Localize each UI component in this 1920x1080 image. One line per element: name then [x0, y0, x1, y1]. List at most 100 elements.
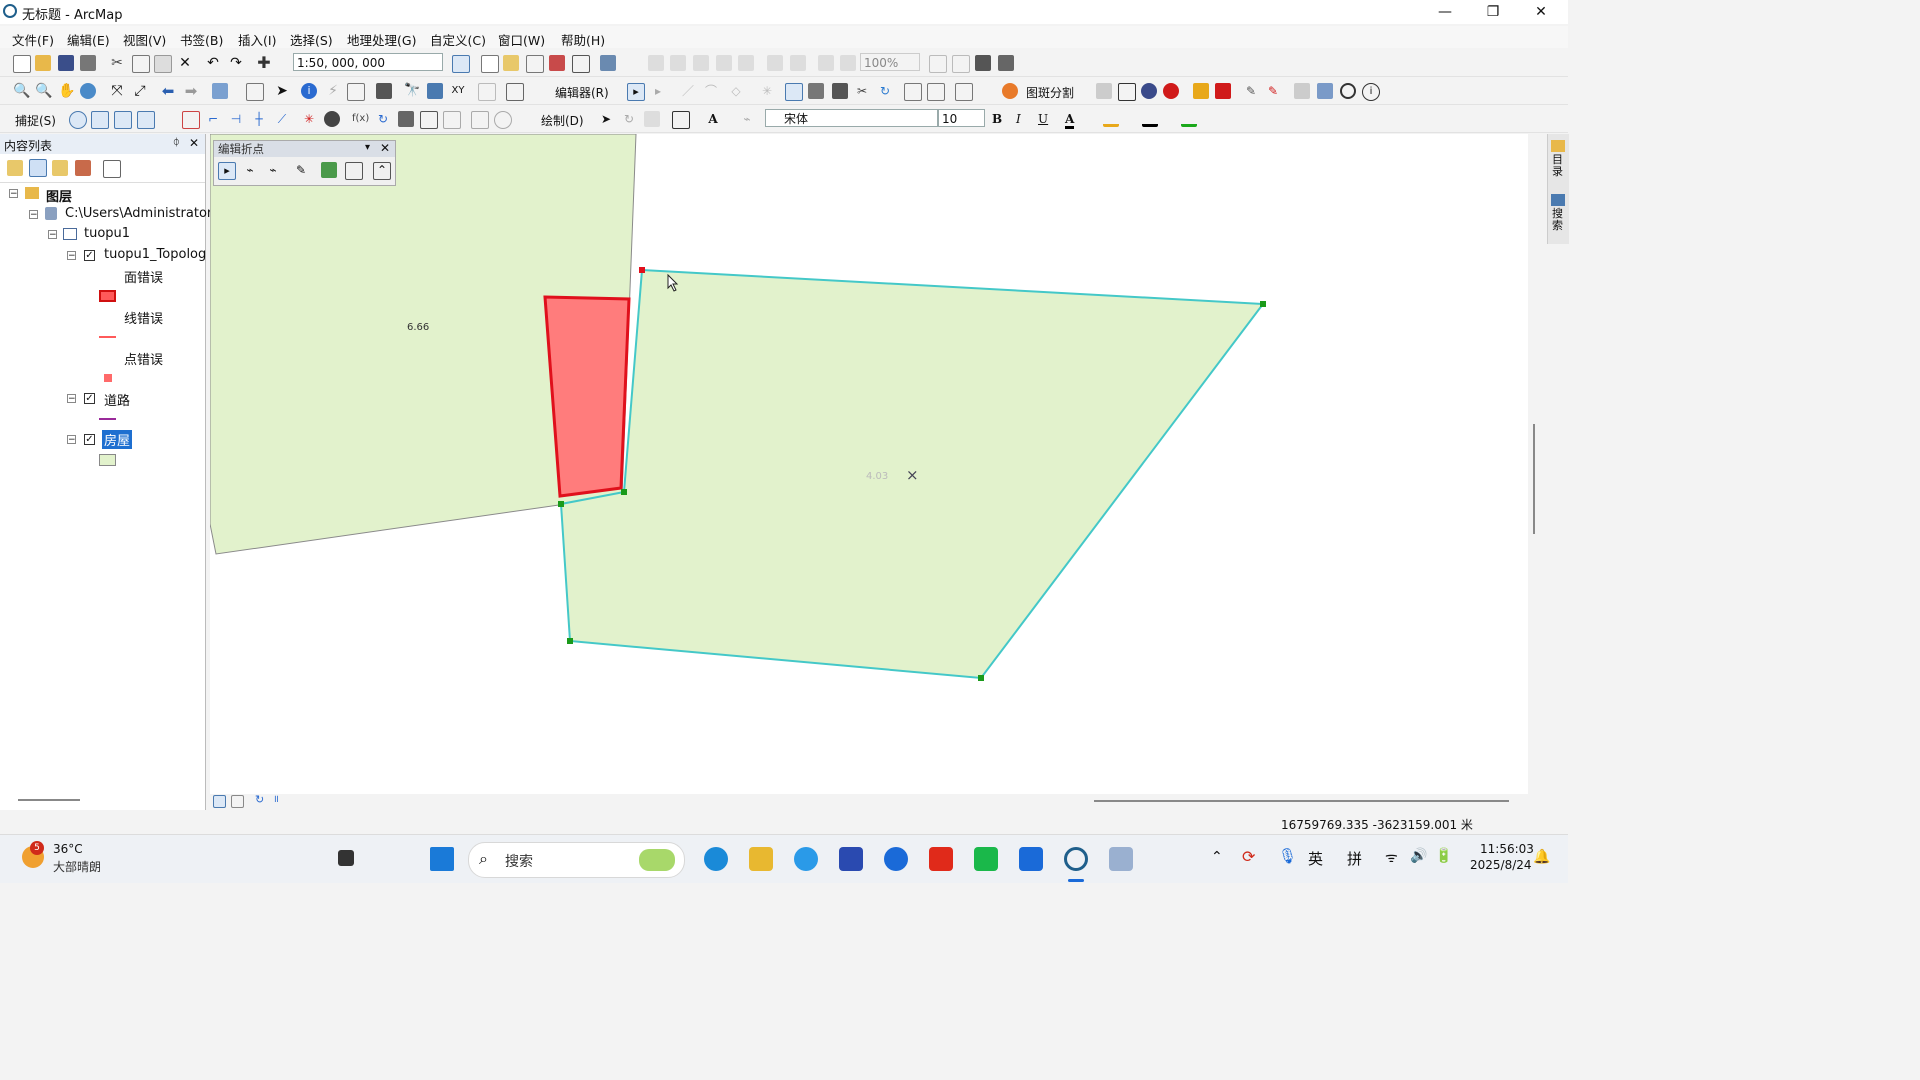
toc-close-icon[interactable]: ✕: [189, 136, 199, 150]
topo-tool-h-icon[interactable]: f(x): [352, 111, 369, 127]
generic-tool-i-icon[interactable]: [1294, 83, 1310, 99]
topo-tool-i-icon[interactable]: ↻: [375, 111, 391, 127]
ime-language[interactable]: 英: [1308, 848, 1323, 869]
end-point-arc-icon[interactable]: ⌒: [703, 83, 719, 99]
hyperlink-icon[interactable]: ⚡: [325, 83, 341, 99]
list-by-drawing-order-icon[interactable]: [7, 160, 23, 176]
vertex-handle[interactable]: [621, 489, 627, 495]
refresh-icon[interactable]: ↻: [255, 794, 266, 805]
paste-icon[interactable]: [154, 55, 172, 73]
topo-tool-f-icon[interactable]: ✳: [301, 111, 317, 127]
collapse-gdb-icon[interactable]: −: [29, 210, 38, 220]
layout-view-icon[interactable]: [231, 795, 244, 808]
microphone-icon[interactable]: 🎙: [1278, 847, 1297, 865]
find-icon[interactable]: 🔭: [404, 83, 420, 99]
pan-layout-icon[interactable]: [693, 55, 709, 71]
full-extent-layout-icon[interactable]: [716, 55, 732, 71]
sync-tray-icon[interactable]: ⟳: [1242, 847, 1255, 866]
toc-window-icon[interactable]: [481, 55, 499, 73]
edge-snapping-icon[interactable]: [137, 111, 155, 129]
vertex-handle[interactable]: [558, 501, 564, 507]
snapping-menu[interactable]: 捕捉(S): [15, 112, 56, 129]
edge-ai-icon[interactable]: [794, 847, 818, 871]
continue-feature-icon[interactable]: ✎: [293, 162, 309, 178]
topo-tool-e-icon[interactable]: ⟋: [274, 111, 290, 127]
generalize-icon[interactable]: [321, 162, 337, 178]
data-driven-pages-icon[interactable]: [998, 55, 1014, 71]
draw-rotate-icon[interactable]: ↻: [621, 111, 637, 127]
map-canvas[interactable]: 6.66 4.03 ×: [210, 134, 1528, 794]
open-icon[interactable]: [35, 55, 51, 71]
collapse-house-icon[interactable]: −: [67, 435, 76, 445]
cut-icon[interactable]: ✂: [109, 55, 125, 71]
sketch-properties-icon[interactable]: [927, 83, 945, 101]
battery-icon[interactable]: 🔋: [1435, 848, 1452, 864]
spot-split-icon[interactable]: [1002, 83, 1018, 99]
generic-tool-e-icon[interactable]: [1193, 83, 1209, 99]
taskbar-time[interactable]: 11:56:03: [1480, 842, 1534, 856]
rectangle-icon[interactable]: [672, 111, 690, 129]
html-popup-icon[interactable]: [347, 83, 365, 101]
collapse-topology-icon[interactable]: −: [67, 251, 76, 261]
edge-browser-icon[interactable]: [704, 847, 728, 871]
collapse-layers-icon[interactable]: −: [9, 189, 18, 199]
generic-tool-f-icon[interactable]: [1215, 83, 1231, 99]
menu-help[interactable]: 帮助(H): [561, 30, 605, 49]
line-draw-icon[interactable]: ⌁: [739, 111, 755, 127]
arcmap-taskbar-icon[interactable]: [1064, 847, 1088, 871]
vertex-handle[interactable]: [567, 638, 573, 644]
bold-button[interactable]: B: [992, 112, 1002, 126]
copy-icon[interactable]: [132, 55, 150, 73]
vertex-handle-selected[interactable]: [639, 267, 645, 273]
road-checkbox[interactable]: ✓: [84, 393, 95, 404]
file-explorer-icon[interactable]: [749, 847, 773, 871]
wps-icon[interactable]: [929, 847, 953, 871]
python-window-icon[interactable]: [572, 55, 590, 73]
toc-dataset[interactable]: tuopu1: [84, 226, 130, 241]
fill-color-icon[interactable]: [1103, 111, 1119, 127]
full-extent-icon[interactable]: [80, 83, 96, 99]
toggle-draft-icon[interactable]: [929, 55, 947, 73]
new-document-icon[interactable]: [13, 55, 31, 73]
minimize-button[interactable]: —: [1422, 2, 1468, 22]
search-window-icon[interactable]: [526, 55, 544, 73]
data-view-icon[interactable]: [213, 795, 226, 808]
list-by-visibility-icon[interactable]: [52, 160, 68, 176]
toc-options-icon[interactable]: [103, 160, 121, 178]
map-scale-combo[interactable]: 1:50, 000, 000: [293, 53, 443, 71]
tray-overflow-icon[interactable]: ⌃: [1211, 849, 1223, 865]
ms-store-icon[interactable]: [839, 847, 863, 871]
vertex-handle[interactable]: [1260, 301, 1266, 307]
generic-tool-b-icon[interactable]: [1118, 83, 1136, 101]
topology-checkbox[interactable]: ✓: [84, 250, 95, 261]
draw-zoom-icon[interactable]: [644, 111, 660, 127]
info-icon[interactable]: i: [1362, 83, 1380, 101]
editor-menu[interactable]: 编辑器(R): [555, 84, 609, 101]
draw-menu[interactable]: 绘制(D): [541, 112, 584, 129]
toc-horizontal-scrollbar[interactable]: [18, 799, 80, 801]
list-by-source-icon[interactable]: [29, 159, 47, 177]
map-horizontal-scrollbar[interactable]: [1094, 800, 1509, 802]
select-elements-icon[interactable]: ➤: [274, 83, 290, 99]
menu-bookmarks[interactable]: 书签(B): [180, 30, 223, 49]
menu-edit[interactable]: 编辑(E): [67, 30, 110, 49]
topo-tool-a-icon[interactable]: [182, 111, 200, 129]
fixed-zoom-icon[interactable]: [790, 55, 806, 71]
ime-pinyin[interactable]: 拼: [1347, 848, 1362, 869]
pin-icon[interactable]: ᛰ: [173, 136, 180, 149]
topo-tool-n-icon[interactable]: [494, 111, 512, 129]
restore-button[interactable]: ❐: [1470, 2, 1516, 22]
sketch-properties-mini-icon[interactable]: ⌃: [373, 162, 391, 180]
delete-icon[interactable]: ✕: [177, 55, 193, 71]
go-back-extent-icon[interactable]: [818, 55, 834, 71]
toc-road-layer[interactable]: 道路: [104, 390, 130, 409]
list-by-selection-icon[interactable]: [75, 160, 91, 176]
zoom-100-icon[interactable]: [767, 55, 783, 71]
layout-zoom-combo[interactable]: 100%: [860, 53, 920, 71]
toc-house-layer[interactable]: 房屋: [102, 430, 133, 449]
reshape-edge-icon[interactable]: [345, 162, 363, 180]
notification-bell-icon[interactable]: 🔔: [1533, 849, 1550, 865]
go-forward-extent-icon[interactable]: [840, 55, 856, 71]
vertex-snapping-icon[interactable]: [114, 111, 132, 129]
generic-tool-g-icon[interactable]: ✎: [1243, 83, 1259, 99]
